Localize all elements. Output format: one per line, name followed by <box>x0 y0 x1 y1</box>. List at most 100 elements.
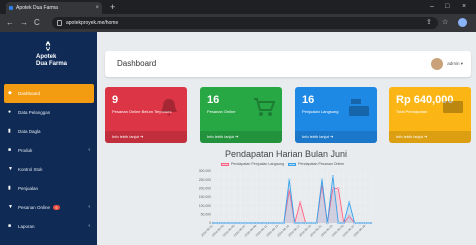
chevron-left-icon: ‹ <box>88 223 90 229</box>
sales-icon: ▮ <box>8 185 11 191</box>
data-point <box>282 221 285 225</box>
data-point <box>211 221 215 225</box>
legend-swatch-online <box>288 162 297 166</box>
legend-label-online[interactable]: Pendapatan Pesanan Online <box>298 162 344 166</box>
sidebar-item-produk[interactable]: ■ Produk ‹ <box>4 141 94 160</box>
data-point <box>331 175 335 178</box>
chart-legend: Pendapatan Penjualan Langsung Pendapatan… <box>221 162 344 166</box>
data-point <box>266 221 269 225</box>
pharmacy-logo-icon <box>45 41 51 51</box>
order-count-badge: 9 <box>53 205 60 211</box>
stat-card-total-revenue: Rp 640,000 Total Pendapatan Info lebih l… <box>389 87 471 143</box>
dashboard-icon: ◆ <box>8 90 12 96</box>
forward-icon[interactable]: → <box>20 17 28 29</box>
stat-card-direct-sales: 16 Penjualan Langsung Info lebih lanjut … <box>295 87 377 143</box>
brand-line1: Apotek <box>36 54 57 60</box>
card-more-info-link[interactable]: Info lebih lanjut ➔ <box>105 131 187 143</box>
data-point <box>309 221 313 225</box>
sidebar-item-laporan[interactable]: ■ Laporan ‹ <box>4 217 94 236</box>
data-point <box>222 221 226 225</box>
site-info-icon[interactable] <box>57 20 62 26</box>
top-navbar: Dashboard admin ▾ <box>105 51 471 77</box>
card-value: 16 <box>302 94 315 106</box>
report-icon: ■ <box>8 223 12 229</box>
favicon-icon <box>9 6 13 10</box>
card-more-info-link[interactable]: Info lebih lanjut ➔ <box>200 131 282 143</box>
sidebar-item-penjualan[interactable]: ▮ Penjualan <box>4 179 94 198</box>
data-point <box>353 221 356 225</box>
cart-icon: ▼ <box>8 204 13 210</box>
sidebar-item-data-pelanggan[interactable]: ● Data Pelanggan <box>4 103 94 122</box>
sidebar-item-label: Penjualan <box>18 186 39 191</box>
data-point <box>249 221 253 225</box>
card-label: Total Pendapatan <box>396 109 428 114</box>
tab-close-icon[interactable]: × <box>95 2 99 14</box>
reload-icon[interactable]: C <box>34 17 40 29</box>
legend-swatch-direct <box>221 162 229 166</box>
sidebar: Apotek Dua Farma ◆ Dashboard ● Data Pela… <box>0 32 97 245</box>
minimize-icon[interactable]: – <box>430 1 434 13</box>
y-tick-label: 150,000 <box>199 195 211 199</box>
sidebar-item-kontrol-stok[interactable]: ▼ Kontrol Stok <box>4 160 94 179</box>
card-more-info-link[interactable]: Info lebih lanjut ➔ <box>389 131 471 143</box>
cart-icon <box>254 98 275 116</box>
data-point <box>277 221 280 225</box>
brand[interactable]: Apotek Dua Farma <box>0 32 97 80</box>
sidebar-item-data-dagla[interactable]: ▮ Data Dagla <box>4 122 94 141</box>
maximize-icon[interactable]: □ <box>445 1 449 13</box>
card-value: 16 <box>207 94 220 106</box>
data-point <box>299 221 302 225</box>
data-point <box>326 221 329 225</box>
brand-name: Apotek Dua Farma <box>36 54 67 68</box>
avatar[interactable] <box>431 58 443 70</box>
chevron-left-icon: ‹ <box>88 204 90 210</box>
x-tick-label: 2024-06-29 <box>353 224 367 238</box>
sidebar-item-dashboard[interactable]: ◆ Dashboard <box>4 84 94 103</box>
legend-label-direct[interactable]: Pendapatan Penjualan Langsung <box>231 162 284 166</box>
sidebar-item-pesanan-online[interactable]: ▼ Pesanan Online 9 ‹ <box>4 198 94 217</box>
profile-icon[interactable] <box>458 18 467 27</box>
data-point <box>299 201 302 204</box>
main-content: Dashboard admin ▾ 9 Pesanan Online Belum… <box>97 32 476 245</box>
data-point <box>304 221 307 225</box>
money-icon <box>443 101 463 113</box>
product-icon: ■ <box>8 147 12 153</box>
brand-line2: Dua Farma <box>36 61 68 67</box>
tab-bar: Apotek Dua Farma × + – □ × <box>0 0 476 14</box>
close-window-icon[interactable]: × <box>462 1 466 13</box>
card-value: 9 <box>112 94 119 106</box>
sidebar-item-label: Kontrol Stok <box>18 167 43 172</box>
data-point <box>255 221 258 225</box>
user-menu[interactable]: admin ▾ <box>447 51 463 77</box>
card-more-info-link[interactable]: Info lebih lanjut ➔ <box>295 131 377 143</box>
y-tick-label: 200,000 <box>199 187 211 191</box>
sidebar-item-label: Pesanan Online <box>18 205 51 210</box>
y-tick-label: 50,000 <box>201 213 211 217</box>
url-text: apotekproyek.me/home <box>66 20 119 26</box>
data-point <box>342 221 345 225</box>
data-point <box>337 221 340 225</box>
new-tab-button[interactable]: + <box>110 1 115 13</box>
sidebar-item-label: Laporan <box>18 224 35 229</box>
data-point <box>244 221 247 225</box>
chevron-left-icon: ‹ <box>88 147 90 153</box>
bell-icon <box>161 99 177 116</box>
data-point <box>271 221 275 225</box>
stat-card-pending-orders: 9 Pesanan Online Belum Terproses Info le… <box>105 87 187 143</box>
y-tick-label: 300,000 <box>199 169 211 173</box>
data-point <box>348 201 351 204</box>
browser-tab[interactable]: Apotek Dua Farma × <box>6 2 102 14</box>
users-icon: ● <box>8 109 12 115</box>
share-icon[interactable]: ⇪ <box>426 18 432 28</box>
bookmark-star-icon[interactable]: ☆ <box>442 18 448 28</box>
data-point <box>228 221 231 225</box>
revenue-chart: Pendapatan Harian Bulan Juni Pendapatan … <box>193 147 379 245</box>
y-tick-label: 100,000 <box>199 204 211 208</box>
cash-register-icon <box>349 99 369 116</box>
data-point <box>320 178 324 181</box>
chart-icon: ▮ <box>8 128 11 134</box>
back-icon[interactable]: ← <box>6 17 14 29</box>
stat-card-online-orders: 16 Pesanan Online Info lebih lanjut ➔ <box>200 87 282 143</box>
filter-icon: ▼ <box>8 166 13 172</box>
address-bar[interactable]: apotekproyek.me/home <box>52 17 438 29</box>
